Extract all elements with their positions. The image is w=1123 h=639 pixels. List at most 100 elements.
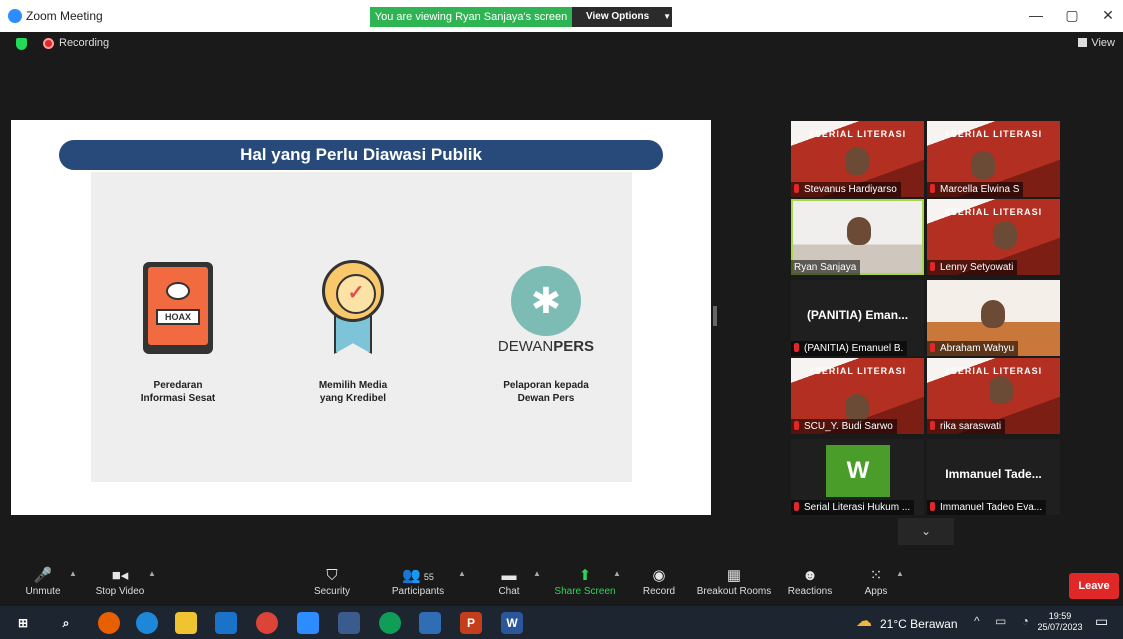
- meeting-status-bar: [0, 32, 1123, 54]
- chevron-up-icon[interactable]: ▲: [458, 569, 466, 578]
- participant-name: Serial Literasi Hukum ...: [804, 502, 911, 513]
- notification-icon[interactable]: ▭: [1095, 613, 1108, 630]
- wordmark-pers: PERS: [553, 338, 595, 355]
- participant-name: Marcella Elwina S: [940, 184, 1020, 195]
- participant-avatar: W: [826, 445, 890, 497]
- word-icon[interactable]: W: [501, 612, 523, 634]
- stop-video-button[interactable]: ■◂ Stop Video ▲: [80, 566, 160, 597]
- caption-peredaran: Peredaran Informasi Sesat: [118, 379, 238, 405]
- weather-label[interactable]: 21°C Berawan: [880, 617, 958, 631]
- sharing-banner: You are viewing Ryan Sanjaya's screen Vi…: [370, 7, 672, 27]
- apps-icon: ⁙: [869, 567, 883, 584]
- file-explorer-icon[interactable]: [175, 612, 197, 634]
- participant-display-name: Immanuel Tade...: [945, 467, 1042, 481]
- chevron-up-icon[interactable]: ▲: [896, 569, 904, 578]
- chrome-profile-icon[interactable]: [379, 612, 401, 634]
- participant-tile[interactable]: W Serial Literasi Hukum ...: [791, 439, 924, 515]
- participant-tile[interactable]: (PANITIA) Eman... (PANITIA) Emanuel B.: [791, 280, 924, 356]
- participant-tile[interactable]: #SERIAL LITERASI Marcella Elwina S: [927, 121, 1060, 197]
- chrome-icon[interactable]: [256, 612, 278, 634]
- reactions-label: Reactions: [787, 586, 833, 597]
- view-options-button[interactable]: View Options ▼: [572, 7, 672, 27]
- speech-bubble-icon: [166, 282, 190, 300]
- calendar-icon[interactable]: [338, 612, 360, 634]
- leave-button[interactable]: Leave: [1069, 573, 1119, 599]
- taskbar-clock[interactable]: 19:59 25/07/2023: [1036, 611, 1084, 633]
- mic-muted-icon: [794, 502, 799, 511]
- security-button[interactable]: ⛉ Security: [292, 566, 372, 597]
- participant-name: (PANITIA) Emanuel B.: [804, 343, 904, 354]
- participant-display-name: (PANITIA) Eman...: [806, 308, 909, 322]
- mic-muted-icon: [930, 262, 935, 271]
- chevron-up-icon[interactable]: ▲: [69, 569, 77, 578]
- caption-line: Dewan Pers: [517, 393, 575, 404]
- participant-tile[interactable]: #SERIAL LITERASI SCU_Y. Budi Sarwo: [791, 358, 924, 434]
- encryption-shield-icon[interactable]: [16, 38, 27, 50]
- dewan-pers-logo: ✱: [511, 266, 581, 336]
- edge-icon[interactable]: [136, 612, 158, 634]
- poster-text: #SERIAL LITERASI: [808, 366, 907, 376]
- chevron-down-icon: ⌄: [920, 524, 932, 538]
- participant-tile[interactable]: #SERIAL LITERASI rika saraswati: [927, 358, 1060, 434]
- participant-name-bar: Immanuel Tadeo Eva...: [927, 500, 1047, 515]
- participant-video: [845, 394, 869, 422]
- record-button[interactable]: ◉ Record: [619, 566, 699, 597]
- participants-button[interactable]: 👥 55 Participants ▲: [378, 566, 466, 597]
- chat-button[interactable]: ▬ Chat ▲: [469, 566, 549, 597]
- participant-name-bar: Serial Literasi Hukum ...: [791, 500, 915, 515]
- hoax-tablet-illustration: HOAX: [143, 262, 213, 354]
- participant-tile[interactable]: #SERIAL LITERASI Lenny Setyowati: [927, 199, 1060, 275]
- recording-label[interactable]: Recording: [59, 37, 109, 49]
- windows-start-icon[interactable]: ⊞: [12, 612, 34, 634]
- caption-memilih-media: Memilih Media yang Kredibel: [293, 379, 413, 405]
- close-button[interactable]: ✕: [1098, 7, 1118, 24]
- participant-tile-active-speaker[interactable]: Ryan Sanjaya: [791, 199, 924, 275]
- unmute-label: Unmute: [25, 586, 61, 597]
- breakout-rooms-button[interactable]: ▦ Breakout Rooms: [694, 566, 774, 597]
- poster-text: #SERIAL LITERASI: [944, 207, 1043, 217]
- stop-video-label: Stop Video: [95, 586, 145, 597]
- restore-button[interactable]: ▢: [1062, 7, 1082, 24]
- chevron-up-icon[interactable]: ▲: [148, 569, 156, 578]
- chevron-up-icon[interactable]: ▲: [533, 569, 541, 578]
- view-button[interactable]: View: [1078, 37, 1115, 49]
- participant-name-bar: rika saraswati: [927, 419, 1006, 434]
- medal-check-icon: ✓: [322, 260, 384, 356]
- chat-label: Chat: [498, 586, 520, 597]
- apps-label: Apps: [864, 586, 888, 597]
- grid-icon: [1078, 38, 1088, 47]
- firefox-icon[interactable]: [98, 612, 120, 634]
- participant-tile[interactable]: Immanuel Tade... Immanuel Tadeo Eva...: [927, 439, 1060, 515]
- photos-icon[interactable]: [419, 612, 441, 634]
- unmute-button[interactable]: 🎤 Unmute ▲: [3, 566, 83, 597]
- participant-tile[interactable]: Abraham Wahyu: [927, 280, 1060, 356]
- zoom-taskbar-icon[interactable]: [297, 612, 319, 634]
- participant-video: [989, 376, 1013, 404]
- participant-name-bar: Abraham Wahyu: [927, 341, 1019, 356]
- view-options-label: View Options: [586, 11, 650, 22]
- gallery-next-page-button[interactable]: ⌄: [898, 518, 954, 545]
- participants-icon: 👥 55: [402, 567, 434, 584]
- participant-name: Stevanus Hardiyarso: [804, 184, 897, 195]
- mic-muted-icon: [794, 343, 799, 352]
- weather-icon[interactable]: ☁: [856, 613, 874, 631]
- shared-screen: Hal yang Perlu Diawasi Publik HOAX ✓ ✱ D…: [11, 120, 711, 515]
- minimize-button[interactable]: —: [1026, 7, 1046, 23]
- powerpoint-icon[interactable]: P: [460, 612, 482, 634]
- splitter-handle[interactable]: [713, 306, 717, 326]
- apps-button[interactable]: ⁙ Apps ▲: [836, 566, 916, 597]
- participant-video: [845, 147, 869, 175]
- caption-line: Informasi Sesat: [140, 393, 216, 404]
- participant-tile[interactable]: #SERIAL LITERASI Stevanus Hardiyarso: [791, 121, 924, 197]
- mail-icon[interactable]: [215, 612, 237, 634]
- participant-count: 55: [423, 572, 434, 582]
- zoom-app-icon: [8, 9, 22, 23]
- tablet-screen: HOAX: [148, 267, 208, 345]
- participant-name-bar: Ryan Sanjaya: [791, 260, 861, 275]
- system-tray-icons[interactable]: ^ ▭ ◔: [974, 614, 1035, 628]
- record-icon: ◉: [652, 567, 666, 584]
- clock-time: 19:59: [1048, 611, 1072, 621]
- share-screen-button[interactable]: ⬆ Share Screen ▲: [545, 566, 625, 597]
- search-icon[interactable]: ⌕: [55, 612, 77, 634]
- participant-video: [847, 217, 871, 245]
